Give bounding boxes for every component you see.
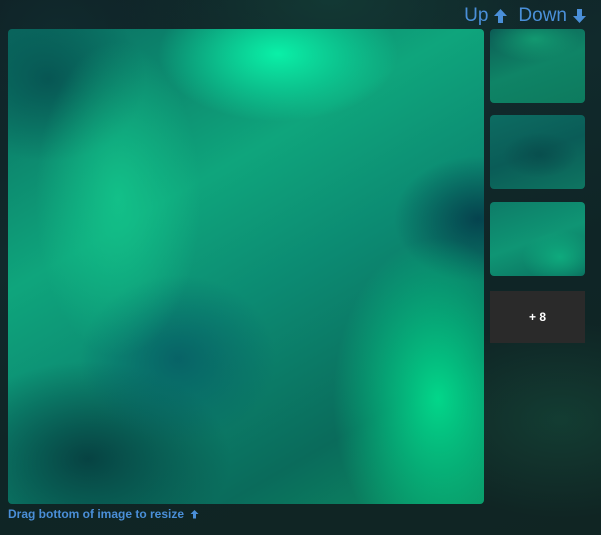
main-image[interactable] [8,29,484,504]
thumbnail-3[interactable] [490,202,585,276]
resize-hint[interactable]: Drag bottom of image to resize [8,507,199,521]
up-link[interactable]: Up [464,5,508,27]
arrow-up-icon [190,510,199,519]
down-label: Down [518,5,567,26]
thumbnail-1[interactable] [490,29,585,103]
resize-hint-label: Drag bottom of image to resize [8,507,185,521]
down-link[interactable]: Down [518,5,587,27]
thumbnail-2[interactable] [490,115,585,189]
arrow-up-icon [494,9,508,23]
arrow-down-icon [573,9,586,23]
more-images-button[interactable]: + 8 [490,291,585,343]
more-images-label: + 8 [528,310,546,324]
image-nav: Up Down [464,5,587,27]
up-label: Up [464,5,489,26]
